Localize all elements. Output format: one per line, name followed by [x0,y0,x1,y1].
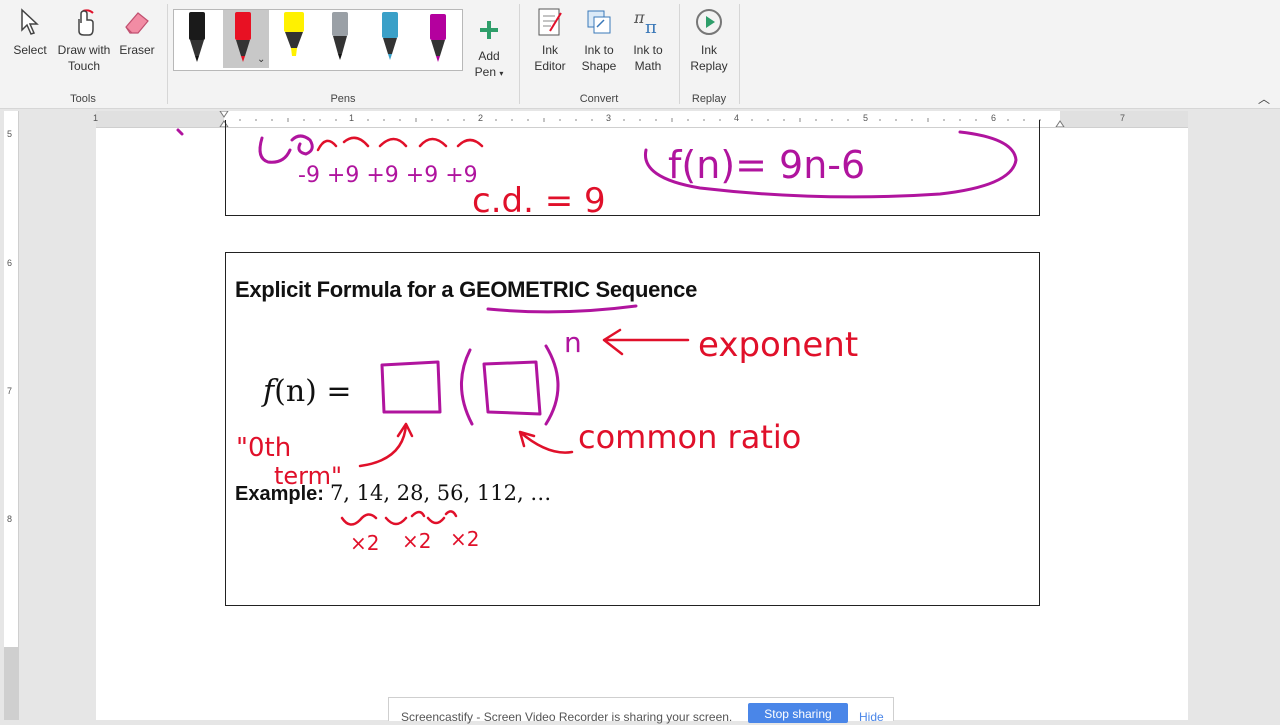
ink-box-ratio [482,360,542,416]
ink-stroke [176,128,184,136]
ink-text-x2: ×2 [350,531,379,555]
ink-paren-right [544,344,560,426]
ink-text-n: n [564,326,582,359]
ink-text-term: term" [274,462,342,490]
notification-text: Screencastify - Screen Video Recorder is… [401,710,733,724]
ink-text-differences: -9 +9 +9 +9 +9 [298,163,478,188]
ink-arrow-first-term [358,422,414,468]
ink-paren-left [460,348,474,426]
ink-text-x2: ×2 [402,529,431,553]
ink-text-0th: "0th [236,433,291,463]
ink-text-exponent: exponent [698,325,858,365]
ink-arrows [316,136,484,152]
ink-text-common-ratio: common ratio [578,418,801,456]
ink-box-first-term [380,360,442,414]
ink-stroke [258,136,292,164]
screen-share-notification: Screencastify - Screen Video Recorder is… [388,697,894,724]
ink-underline [486,304,638,314]
ink-arrow-exponent [602,328,690,356]
ink-arrows-example [340,510,458,526]
ink-text-function: f(n)= 9n-6 [668,143,865,187]
stop-sharing-button[interactable]: Stop sharing [748,703,848,723]
ink-stroke [290,134,314,156]
ink-text-x2: ×2 [450,527,479,551]
ink-handwriting: -9 +9 +9 +9 +9 c.d. = 9 f(n)= 9n-6 n exp… [236,143,865,555]
ink-text-common-difference: c.d. = 9 [472,181,606,221]
hide-button[interactable]: Hide [859,710,884,724]
ink-arrow-ratio [518,430,574,454]
ink-annotations: -9 +9 +9 +9 +9 c.d. = 9 f(n)= 9n-6 n exp… [176,128,1018,555]
